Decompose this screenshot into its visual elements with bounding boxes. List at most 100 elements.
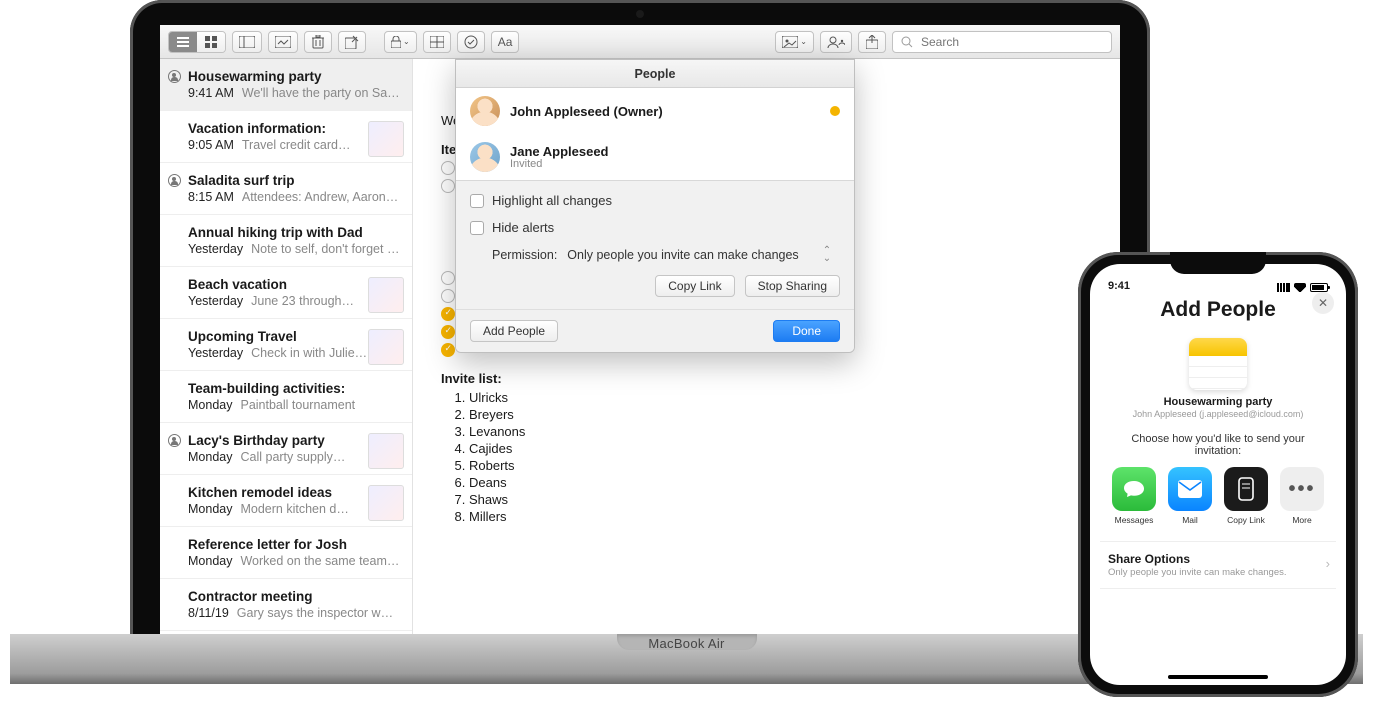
permission-row[interactable]: Permission: Only people you invite can m… — [470, 247, 840, 263]
note-list-item[interactable]: Team-building activities:MondayPaintball… — [160, 371, 412, 423]
people-list: John Appleseed (Owner)Jane AppleseedInvi… — [456, 88, 854, 180]
note-item-title: Team-building activities: — [188, 381, 400, 396]
list-view-icon[interactable] — [169, 32, 197, 52]
share-button[interactable] — [858, 31, 886, 53]
view-mode-segment[interactable] — [168, 31, 226, 53]
check-filled-icon[interactable] — [441, 343, 455, 357]
table-button[interactable] — [423, 31, 451, 53]
note-item-time: 8:15 AM — [188, 190, 234, 204]
home-indicator[interactable] — [1168, 675, 1268, 679]
grid-view-icon[interactable] — [197, 32, 225, 52]
note-thumbnail — [368, 121, 404, 157]
note-thumbnail — [368, 329, 404, 365]
wifi-icon — [1294, 283, 1306, 292]
search-icon — [901, 36, 913, 48]
copylink-icon — [1224, 467, 1268, 511]
note-list-item[interactable]: Lacy's Birthday partyMondayCall party su… — [160, 423, 412, 475]
check-filled-icon[interactable] — [441, 307, 455, 321]
note-list-item[interactable]: Kitchen remodel ideasMondayModern kitche… — [160, 475, 412, 527]
note-thumbnail — [368, 277, 404, 313]
note-list-item[interactable]: Annual hiking trip with DadYesterdayNote… — [160, 215, 412, 267]
note-item-title: Housewarming party — [188, 69, 400, 84]
invite-list: UlricksBreyersLevanonsCajidesRobertsDean… — [445, 390, 1092, 524]
share-label: More — [1292, 515, 1311, 525]
radio-icon[interactable] — [441, 179, 455, 193]
permission-label: Permission: — [492, 248, 557, 262]
mail-icon — [1168, 467, 1212, 511]
share-options-subtitle: Only people you invite can make changes. — [1108, 567, 1328, 578]
share-options-row[interactable]: Share Options Only people you invite can… — [1100, 541, 1336, 589]
shared-icon — [168, 174, 181, 187]
note-list-item[interactable]: Housewarming party9:41 AMWe'll have the … — [160, 59, 412, 111]
note-item-title: Reference letter for Josh — [188, 537, 400, 552]
highlight-changes-checkbox[interactable]: Highlight all changes — [470, 193, 840, 208]
share-label: Mail — [1182, 515, 1198, 525]
invite-heading: Invite list: — [441, 371, 1092, 386]
person-row[interactable]: John Appleseed (Owner) — [456, 88, 854, 134]
highlight-label: Highlight all changes — [492, 193, 612, 208]
search-input[interactable] — [919, 34, 1103, 50]
close-button[interactable]: ✕ — [1312, 292, 1334, 314]
radio-icon[interactable] — [441, 289, 455, 303]
shared-note-title: Housewarming party — [1090, 396, 1346, 408]
radio-icon[interactable] — [441, 161, 455, 175]
format-button[interactable]: Aa — [491, 31, 520, 53]
done-button[interactable]: Done — [773, 320, 840, 342]
iphone-frame: 9:41 Add People ✕ Housewarming party Joh… — [1078, 252, 1358, 697]
person-row[interactable]: Jane AppleseedInvited — [456, 134, 854, 180]
status-time: 9:41 — [1108, 280, 1130, 292]
collaborate-button[interactable] — [820, 31, 852, 53]
note-item-time: 8/11/19 — [188, 606, 229, 620]
sheet-title: Add People — [1160, 298, 1276, 322]
note-item-snippet: Attendees: Andrew, Aaron… — [242, 190, 398, 204]
hide-alerts-label: Hide alerts — [492, 220, 554, 235]
media-button[interactable]: ⌄ — [775, 31, 814, 53]
shared-icon — [168, 434, 181, 447]
check-filled-icon[interactable] — [441, 325, 455, 339]
share-copylink-button[interactable]: Copy Link — [1220, 467, 1272, 525]
chevron-updown-icon: ⌃⌄ — [823, 247, 831, 263]
copy-link-button[interactable]: Copy Link — [655, 275, 734, 297]
add-people-button[interactable]: Add People — [470, 320, 558, 342]
note-item-title: Annual hiking trip with Dad — [188, 225, 400, 240]
note-list-item[interactable]: Reference letter for JoshMondayWorked on… — [160, 527, 412, 579]
invite-item: Roberts — [469, 458, 1092, 473]
radio-icon[interactable] — [441, 271, 455, 285]
compose-button[interactable] — [338, 31, 366, 53]
note-list-item[interactable]: Saladita surf trip 8:15 AM Attendees: Andr… — [160, 163, 412, 215]
more-icon: ••• — [1280, 467, 1324, 511]
lock-button[interactable]: ⌄ — [384, 31, 417, 53]
search-field[interactable] — [892, 31, 1112, 53]
note-list-item[interactable]: Upcoming TravelYesterdayCheck in with Ju… — [160, 319, 412, 371]
share-methods: Messages Mail Copy Link••• More — [1090, 467, 1346, 525]
share-options-title: Share Options — [1108, 552, 1328, 566]
invite-item: Deans — [469, 475, 1092, 490]
delete-button[interactable] — [304, 31, 332, 53]
presence-dot — [830, 106, 840, 116]
share-mail-button[interactable]: Mail — [1164, 467, 1216, 525]
hide-alerts-checkbox[interactable]: Hide alerts — [470, 220, 840, 235]
share-label: Messages — [1115, 515, 1154, 525]
note-item-title: Saladita surf trip — [188, 173, 400, 188]
note-list-item[interactable]: Contractor meeting8/11/19Gary says the i… — [160, 579, 412, 631]
invite-item: Levanons — [469, 424, 1092, 439]
note-item-time: 9:41 AM — [188, 86, 234, 100]
macbook-frame: ⌄ Aa ⌄ Housewarming party9:41 AMWe'll — [130, 0, 1150, 640]
note-item-time: Yesterday — [188, 242, 243, 256]
share-messages-button[interactable]: Messages — [1108, 467, 1160, 525]
checklist-button[interactable] — [457, 31, 485, 53]
note-item-time: Monday — [188, 450, 232, 464]
permission-value[interactable]: Only people you invite can make changes — [567, 248, 812, 262]
attachments-button[interactable] — [268, 31, 298, 53]
note-list-item[interactable]: Vacation information:9:05 AMTravel credi… — [160, 111, 412, 163]
sidebar-toggle-icon[interactable] — [232, 31, 262, 53]
stop-sharing-button[interactable]: Stop Sharing — [745, 275, 840, 297]
notes-list[interactable]: Housewarming party9:41 AMWe'll have the … — [160, 59, 413, 640]
note-item-time: Yesterday — [188, 346, 243, 360]
note-list-item[interactable]: Beach vacationYesterdayJune 23 through… — [160, 267, 412, 319]
iphone-notch — [1170, 252, 1266, 274]
share-more-button[interactable]: ••• More — [1276, 467, 1328, 525]
note-item-snippet: June 23 through… — [251, 294, 354, 308]
avatar — [470, 142, 500, 172]
invite-item: Breyers — [469, 407, 1092, 422]
